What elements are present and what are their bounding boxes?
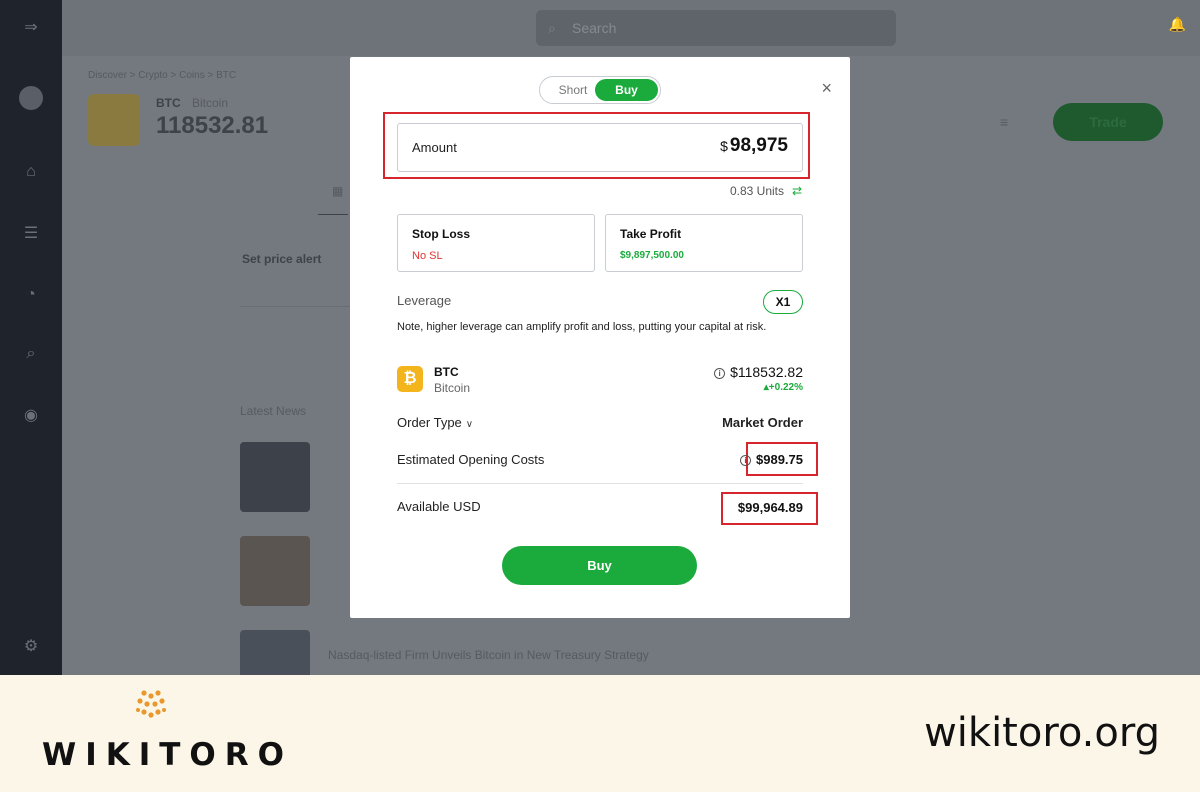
portfolio-icon[interactable]: ◔: [21, 285, 41, 305]
available-usd-value: $99,964.89: [737, 500, 803, 515]
opening-costs-value: i $989.75: [740, 452, 803, 467]
coin-price: i $118532.82: [714, 364, 803, 380]
asset-logo: [88, 94, 140, 146]
available-usd-label: Available USD: [397, 499, 481, 514]
coin-change-value: +0.22%: [768, 382, 803, 393]
amount-value[interactable]: $98,975: [720, 135, 788, 157]
units-text: 0.83 Units: [729, 184, 784, 198]
toggle-buy[interactable]: Buy: [595, 79, 658, 101]
order-type-value: Market Order: [722, 415, 803, 430]
amount-number: 98,975: [729, 135, 788, 156]
discover-icon[interactable]: ⌕: [21, 344, 41, 364]
short-buy-toggle[interactable]: Short Buy: [539, 76, 661, 104]
sidebar: ⇒ ⌂ ☰ ◔ ⌕ ◉ ⚙: [0, 0, 62, 675]
buy-button[interactable]: Buy: [502, 546, 697, 585]
opening-costs-label: Estimated Opening Costs: [397, 452, 545, 467]
wikitoro-logo-text: WIKITORO: [42, 737, 294, 773]
home-icon[interactable]: ⌂: [21, 162, 41, 182]
asset-name: Bitcoin: [192, 96, 229, 110]
menu-icon[interactable]: ≡: [1000, 114, 1008, 130]
asset-symbol: BTC: [156, 96, 181, 110]
asset-price: 118532.81: [156, 112, 269, 139]
people-icon[interactable]: ◉: [21, 406, 41, 426]
divider: [397, 483, 803, 484]
latest-news-heading: Latest News: [240, 404, 307, 418]
coin-name: Bitcoin: [434, 381, 471, 395]
order-type-label: Order Type: [397, 415, 462, 430]
stop-loss-value: No SL: [412, 250, 443, 262]
stop-loss-box[interactable]: Stop Loss No SL: [397, 214, 595, 272]
grid-icon[interactable]: ▦: [332, 184, 343, 198]
news-thumbnail[interactable]: [240, 536, 310, 606]
trade-button[interactable]: Trade: [1053, 103, 1163, 141]
amount-input[interactable]: Amount $98,975: [397, 123, 803, 172]
settings-icon[interactable]: ⚙: [21, 637, 41, 657]
bell-icon[interactable]: 🔔: [1169, 16, 1186, 33]
expand-icon[interactable]: ⇒: [21, 18, 41, 38]
take-profit-value: $9,897,500.00: [620, 250, 684, 261]
site-url: wikitoro.org: [924, 710, 1160, 756]
price-alert-link[interactable]: Set price alert: [242, 252, 321, 266]
bitcoin-icon: ₿: [397, 366, 423, 392]
news-thumbnail[interactable]: [240, 442, 310, 512]
watchlist-icon[interactable]: ☰: [21, 224, 41, 244]
chevron-down-icon: ∨: [465, 419, 474, 430]
info-icon[interactable]: i: [740, 455, 751, 466]
topbar: ⌕ Search 🔔: [62, 0, 1200, 56]
opening-costs-amount: $989.75: [756, 452, 803, 467]
swap-icon[interactable]: ⇄: [792, 184, 802, 198]
search-input[interactable]: ⌕ Search: [536, 10, 896, 46]
coin-price-value: $118532.82: [730, 364, 803, 380]
coin-symbol: BTC: [434, 365, 459, 379]
footer-banner: WIKITORO wikitoro.org: [0, 675, 1200, 792]
leverage-button[interactable]: X1: [763, 290, 803, 314]
order-type-dropdown[interactable]: Order Type ∨: [397, 415, 473, 430]
stop-loss-title: Stop Loss: [412, 227, 471, 241]
leverage-label: Leverage: [397, 293, 452, 308]
news-headline[interactable]: Nasdaq-listed Firm Unveils Bitcoin in Ne…: [328, 648, 649, 662]
take-profit-box[interactable]: Take Profit $9,897,500.00: [605, 214, 803, 272]
amount-currency: $: [720, 138, 728, 154]
buy-order-modal: Short Buy × Amount $98,975 0.83 Units ⇄ …: [350, 57, 850, 618]
leverage-note: Note, higher leverage can amplify profit…: [397, 321, 767, 333]
coin-change: ▴+0.22%: [764, 382, 803, 393]
search-icon: ⌕: [548, 20, 556, 36]
avatar[interactable]: [19, 86, 43, 110]
breadcrumb: Discover > Crypto > Coins > BTC: [88, 70, 237, 81]
take-profit-title: Take Profit: [620, 227, 682, 241]
amount-label: Amount: [412, 140, 457, 155]
toggle-short[interactable]: Short: [546, 77, 600, 103]
news-thumbnail[interactable]: [240, 630, 310, 675]
wikitoro-logo-icon: [136, 690, 166, 718]
info-icon[interactable]: i: [714, 368, 726, 379]
search-placeholder: Search: [572, 20, 617, 36]
close-icon[interactable]: ×: [821, 79, 832, 97]
